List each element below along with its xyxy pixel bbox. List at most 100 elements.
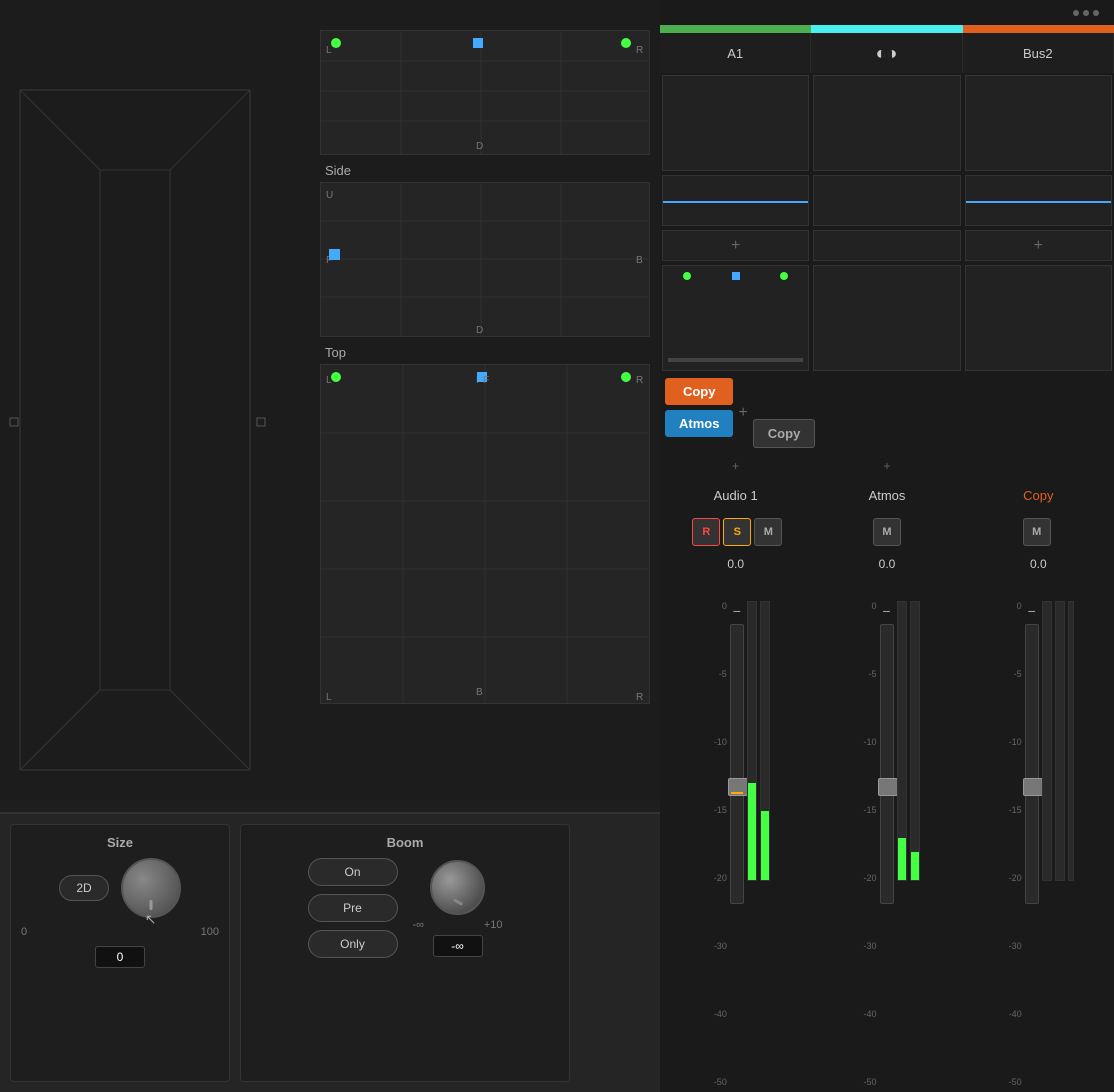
boom-row: On Pre Only -∞ +10 -∞: [308, 858, 503, 958]
green-dot-1: [683, 272, 691, 280]
side-grid-box: U F B D: [320, 182, 650, 337]
db-display-row: 0.0 0.0 0.0: [660, 551, 1114, 576]
rsm-m-copy[interactable]: M: [1023, 518, 1051, 546]
bus2-label: Bus2: [1023, 46, 1053, 61]
top-grid-svg: L R D: [321, 31, 650, 155]
insert-row: + +: [660, 228, 1114, 263]
fader-controls-3: −: [1025, 601, 1039, 1087]
dot-1: [1073, 10, 1079, 16]
boom-value: -∞: [433, 935, 483, 957]
insert-cell-1[interactable]: +: [662, 230, 809, 261]
copy-send-button-right[interactable]: Copy: [753, 419, 816, 448]
topview-grid-svg: L R B F L R F: [321, 365, 650, 704]
fader-area: 0 -5 -10 -15 -20 -30 -40 -50 −: [660, 576, 1114, 1092]
boom-max: +10: [484, 919, 503, 931]
eq-area: [660, 173, 1114, 228]
send-col-2: +: [738, 378, 747, 448]
fader-meter-2: [897, 601, 907, 881]
plus-cell-1[interactable]: +: [738, 378, 747, 448]
svg-text:D: D: [476, 141, 483, 152]
side-grid-svg: U F B D: [321, 183, 650, 337]
db-audio1: 0.0: [660, 555, 811, 573]
fader-track-3: [1025, 624, 1039, 904]
track-labels: Audio 1 Atmos Copy: [660, 478, 1114, 513]
copy-send-button[interactable]: Copy: [665, 378, 733, 405]
panner-row: [660, 263, 1114, 373]
fader-handle-3[interactable]: [1023, 778, 1043, 796]
color-bar-audio1: [660, 25, 811, 33]
boom-knob-indicator: [452, 898, 462, 906]
svg-text:R: R: [636, 692, 643, 703]
fader-controls-1: −: [730, 601, 744, 1087]
channel-name-dc: ◐◑: [811, 33, 962, 73]
track-label-copy: Copy: [963, 478, 1114, 513]
a1-label: A1: [727, 46, 743, 61]
top-dots-menu: [660, 0, 1114, 25]
peak-marker-1: [731, 792, 743, 794]
plus-atmos[interactable]: +: [811, 453, 962, 478]
size-knob[interactable]: ↖: [121, 858, 181, 918]
dot-3: [1093, 10, 1099, 16]
svg-text:L: L: [326, 45, 332, 56]
rsm-m-atmos[interactable]: M: [873, 518, 901, 546]
meter-fill-1b: [761, 811, 769, 881]
boom-only-button[interactable]: Only: [308, 930, 398, 958]
room-wireframe: [0, 50, 280, 800]
channel-name-a1: A1: [660, 33, 811, 73]
fader-channel-atmos: 0 -5 -10 -15 -20 -30 -40 -50 −: [815, 581, 960, 1087]
track-label-audio1: Audio 1: [660, 478, 811, 513]
left-panel: L R D Side: [0, 0, 660, 1092]
svg-text:D: D: [476, 325, 483, 336]
2d-button[interactable]: 2D: [59, 875, 108, 901]
meter-fill-2b: [911, 852, 919, 880]
plus-cell-2: [753, 378, 816, 414]
boom-pre-button[interactable]: Pre: [308, 894, 398, 922]
insert-cell-3[interactable]: +: [965, 230, 1112, 261]
boom-knob[interactable]: [430, 860, 485, 915]
rsm-atmos: M: [814, 518, 961, 546]
fader-meter-1: [747, 601, 757, 881]
db-atmos: 0.0: [811, 555, 962, 573]
fader-track-area-2: 0 -5 -10 -15 -20 -30 -40 -50 −: [815, 581, 960, 1087]
fader-track-1: [730, 624, 744, 904]
right-panel: A1 ◐◑ Bus2 + +: [660, 0, 1114, 1092]
eq-cell-1: [662, 175, 809, 226]
fader-channel-copy: 0 -5 -10 -15 -20 -30 -40 -50 −: [964, 581, 1109, 1087]
panner-cell-3: [965, 265, 1112, 371]
plus-audio1[interactable]: +: [660, 453, 811, 478]
size-value: 0: [95, 946, 145, 968]
rsm-r-button[interactable]: R: [692, 518, 720, 546]
fader-minus-2[interactable]: −: [880, 601, 892, 621]
boom-buttons: On Pre Only: [308, 858, 398, 958]
topview-grid-section: Top L R B F: [320, 345, 660, 704]
atmos-send-button[interactable]: Atmos: [665, 410, 733, 437]
meter-fill-2: [898, 838, 906, 880]
fader-handle-2[interactable]: [878, 778, 898, 796]
fader-minus-3[interactable]: −: [1026, 601, 1038, 621]
blue-sq-1: [732, 272, 740, 280]
size-knob-indicator: [149, 900, 152, 910]
rsm-m-button[interactable]: M: [754, 518, 782, 546]
track-label-atmos: Atmos: [811, 478, 962, 513]
meter-fill-1: [748, 783, 756, 880]
cursor-indicator: ↖: [145, 911, 157, 928]
fader-track-2: [880, 624, 894, 904]
rsm-audio1: R S M: [664, 518, 811, 546]
panner-cell-1: [662, 265, 809, 371]
side-grid-section: Side U F B D: [320, 163, 660, 337]
plus-copy: [963, 453, 1114, 478]
boom-knob-area: -∞ +10 -∞: [413, 860, 503, 957]
fader-meter-3b: [1055, 601, 1065, 881]
fader-minus-1[interactable]: −: [731, 601, 743, 621]
size-range: 0 100: [21, 926, 219, 938]
waveform-area: [660, 73, 1114, 173]
rsm-row: R S M M M: [660, 513, 1114, 551]
rsm-copy: M: [963, 518, 1110, 546]
size-min: 0: [21, 926, 27, 938]
channel-name-bus2: Bus2: [963, 33, 1114, 73]
boom-on-button[interactable]: On: [308, 858, 398, 886]
panner-cell-2: [813, 265, 960, 371]
rsm-s-button[interactable]: S: [723, 518, 751, 546]
size-title: Size: [107, 835, 133, 850]
fader-meter-3: [1042, 601, 1052, 881]
